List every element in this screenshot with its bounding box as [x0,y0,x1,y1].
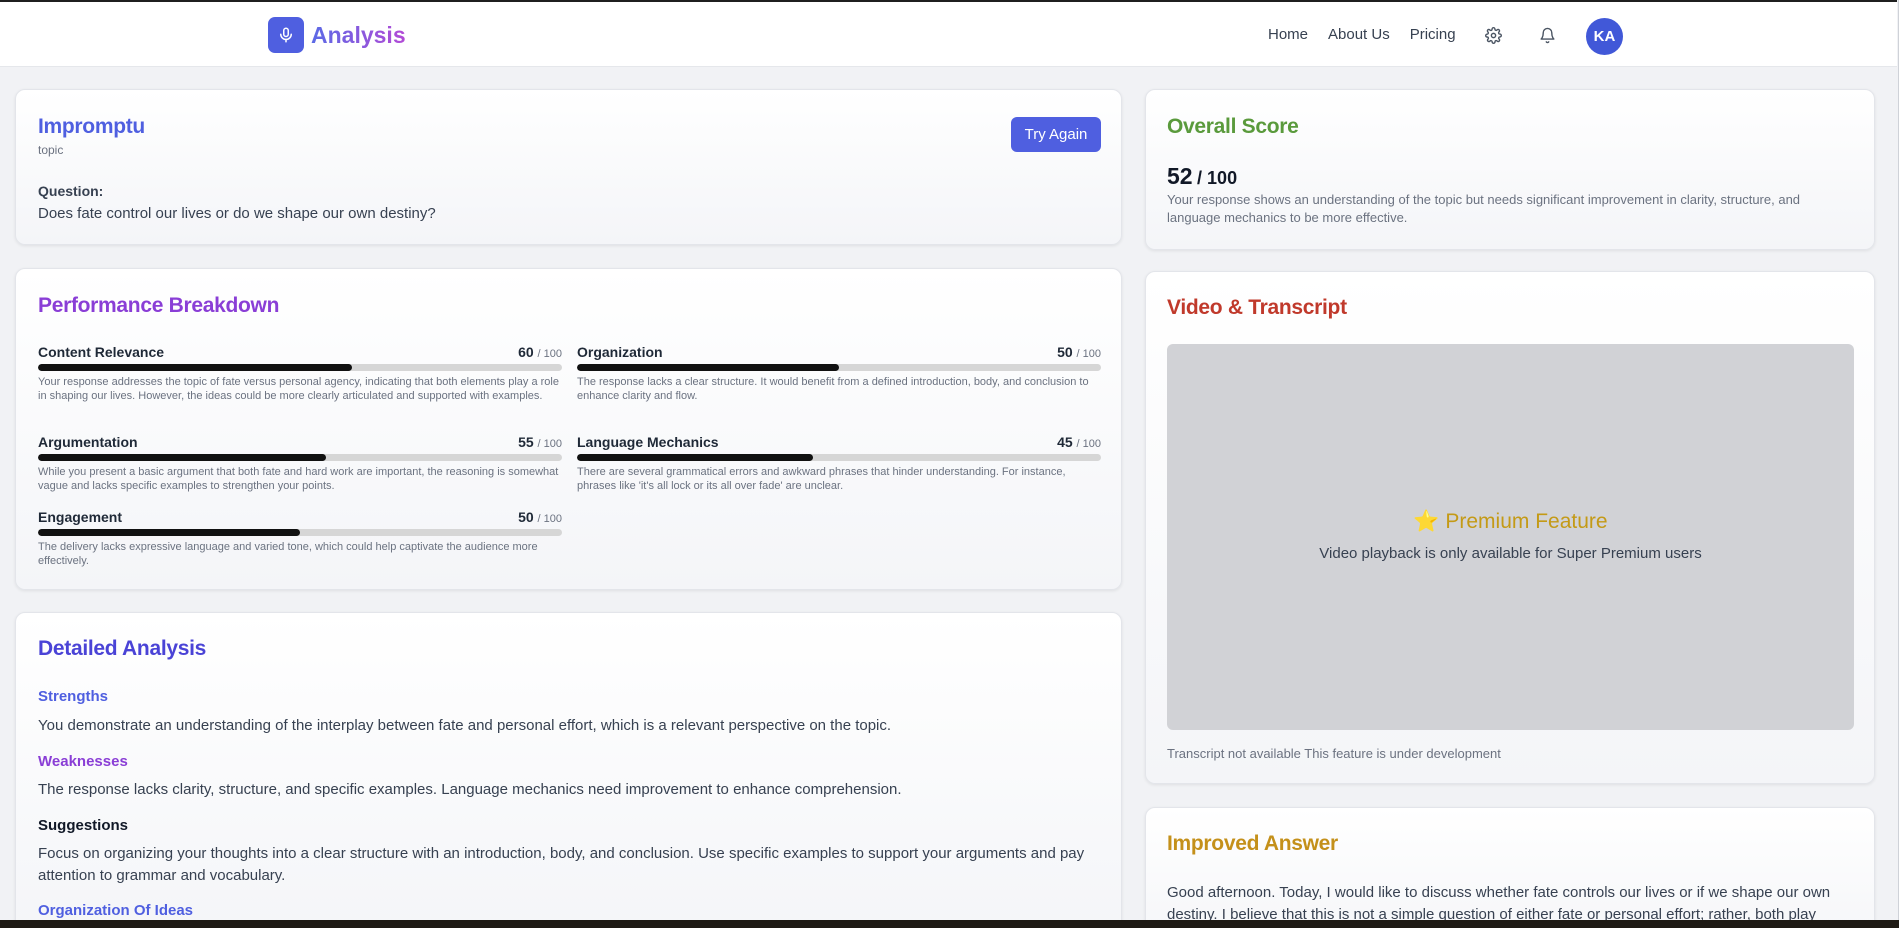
improved-title: Improved Answer [1167,832,1338,855]
metric-score-out-of: / 100 [537,513,562,525]
metric-engagement: Engagement 50 / 100 The delivery lacks e… [38,509,562,568]
metric-description: The delivery lacks expressive language a… [38,541,538,567]
metric-description: Your response addresses the topic of fat… [38,376,559,402]
metric-progress-fill [38,364,353,371]
metric-name: Engagement [38,509,123,525]
metric-name: Organization [577,344,663,360]
metric-name: Language Mechanics [577,434,719,450]
metric-score: 60 / 100 [518,344,562,360]
organization-of-ideas-heading: Organization Of Ideas [38,902,194,919]
try-again-button[interactable]: Try Again [1011,117,1101,152]
metric-progress-bar [38,454,562,461]
detailed-analysis-card: Detailed Analysis Strengths You demonstr… [15,612,1122,920]
overall-score-value: 52 / 100 [1167,163,1237,190]
metric-progress-fill [38,529,300,536]
metric-description: There are several grammatical errors and… [577,466,1066,492]
metric-organization: Organization 50 / 100 The response lacks… [577,344,1101,403]
weaknesses-text: The response lacks clarity, structure, a… [38,781,902,798]
navbar: Analysis Home About Us Pricing KA [0,0,1897,67]
topic-card: Impromptu topic Question: Does fate cont… [15,89,1122,245]
metric-description: While you present a basic argument that … [38,466,559,492]
overall-score-title: Overall Score [1167,115,1299,138]
transcript-note: Transcript not available This feature is… [1167,746,1501,761]
nav-link-about-us[interactable]: About Us [1328,26,1390,43]
metric-progress-bar [577,454,1101,461]
metric-progress-fill [38,454,327,461]
suggestions-text: Focus on organizing your thoughts into a… [38,845,1085,884]
premium-feature-description: Video playback is only available for Sup… [1319,545,1702,562]
weaknesses-heading: Weaknesses [38,753,128,770]
metric-score-out-of: / 100 [1076,348,1101,360]
breakdown-title: Performance Breakdown [38,294,280,317]
overall-score-out-of: / 100 [1197,168,1238,188]
metric-language-mechanics: Language Mechanics 45 / 100 There are se… [577,434,1101,493]
metric-score-out-of: / 100 [537,348,562,360]
metric-score-value: 50 [518,509,534,525]
metric-score-out-of: / 100 [1076,438,1101,450]
metric-description: The response lacks a clear structure. It… [577,376,1089,402]
metric-score: 50 / 100 [518,509,562,525]
metric-score: 50 / 100 [1057,344,1101,360]
topic-title: Impromptu [38,115,145,138]
premium-feature-label: ⭐ Premium Feature [1413,510,1608,533]
question-label: Question: [38,183,104,199]
metric-score-value: 60 [518,344,534,360]
metric-progress-bar [577,364,1101,371]
nav-links: Home About Us Pricing [1268,26,1476,43]
gear-icon[interactable] [1482,24,1504,46]
microphone-icon [268,17,304,53]
improved-answer-card: Improved Answer Good afternoon. Today, I… [1145,807,1875,920]
bell-icon[interactable] [1536,24,1558,46]
metric-progress-fill [577,364,839,371]
brand[interactable]: Analysis [268,17,406,53]
metric-name: Content Relevance [38,344,165,360]
overall-score-number: 52 [1167,163,1193,189]
metric-score: 55 / 100 [518,434,562,450]
suggestions-heading: Suggestions [38,817,129,834]
metric-name: Argumentation [38,434,138,450]
detailed-title: Detailed Analysis [38,637,207,660]
metric-score-value: 50 [1057,344,1073,360]
nav-link-home[interactable]: Home [1268,26,1308,43]
avatar[interactable]: KA [1586,18,1623,55]
metric-progress-bar [38,529,562,536]
video-player-placeholder: ⭐ Premium Feature Video playback is only… [1167,344,1854,730]
nav-link-pricing[interactable]: Pricing [1410,26,1456,43]
video-title: Video & Transcript [1167,296,1347,319]
improved-answer-text: Good afternoon. Today, I would like to d… [1167,884,1831,920]
performance-breakdown-card: Performance Breakdown Content Relevance … [15,268,1122,590]
metric-argumentation: Argumentation 55 / 100 While you present… [38,434,562,493]
overall-score-description: Your response shows an understanding of … [1167,192,1801,225]
metric-score-value: 55 [518,434,534,450]
brand-name: Analysis [311,21,406,48]
metric-score: 45 / 100 [1057,434,1101,450]
overall-score-card: Overall Score 52 / 100 Your response sho… [1145,89,1875,250]
video-transcript-card: Video & Transcript ⭐ Premium Feature Vid… [1145,271,1875,784]
metric-score-value: 45 [1057,434,1073,450]
metric-score-out-of: / 100 [537,438,562,450]
strengths-heading: Strengths [38,688,109,705]
topic-subtitle: topic [38,143,64,157]
metric-content-relevance: Content Relevance 60 / 100 Your response… [38,344,562,403]
strengths-text: You demonstrate an understanding of the … [38,717,892,734]
app-window: Analysis Home About Us Pricing KA Improm… [0,0,1899,920]
metric-progress-fill [577,454,813,461]
question-text: Does fate control our lives or do we sha… [38,205,436,222]
metric-progress-bar [38,364,562,371]
